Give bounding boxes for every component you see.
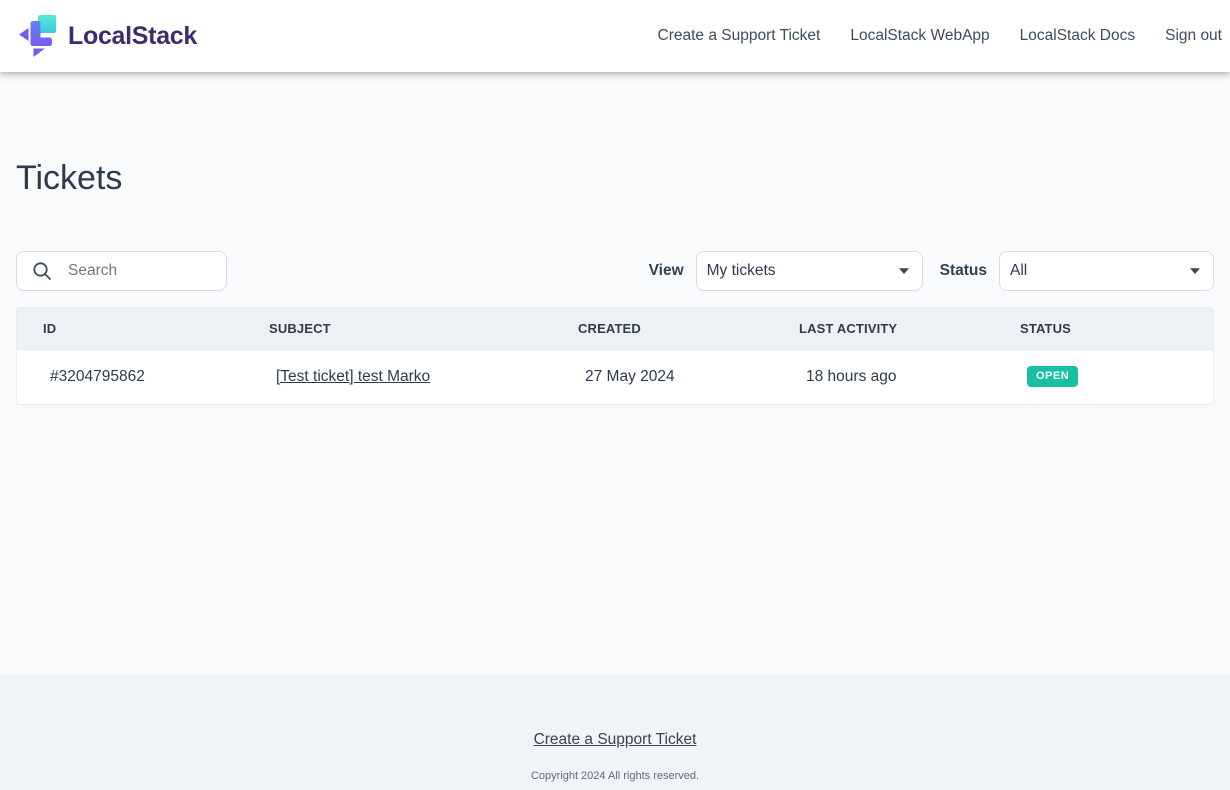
- nav-create-support-ticket[interactable]: Create a Support Ticket: [658, 27, 821, 45]
- status-badge: OPEN: [1027, 366, 1078, 387]
- dropdown-arrow-icon: [1189, 267, 1201, 275]
- tickets-table: ID SUBJECT CREATED LAST ACTIVITY STATUS …: [16, 307, 1214, 405]
- footer-create-ticket-link[interactable]: Create a Support Ticket: [534, 731, 697, 748]
- column-header-last-activity: LAST ACTIVITY: [773, 308, 994, 349]
- footer-copyright: Copyright 2024 All rights reserved.: [0, 770, 1230, 782]
- ticket-subject-link[interactable]: [Test ticket] test Marko: [276, 368, 430, 385]
- ticket-last-activity-cell: 18 hours ago: [773, 349, 994, 404]
- ticket-created-cell: 27 May 2024: [552, 349, 773, 404]
- column-header-created: CREATED: [552, 308, 773, 349]
- page-footer: Create a Support Ticket Copyright 2024 A…: [0, 675, 1230, 790]
- nav-sign-out[interactable]: Sign out: [1165, 27, 1222, 45]
- view-select[interactable]: My tickets: [696, 251, 923, 291]
- main-content: Tickets View My tickets Status All: [0, 72, 1230, 675]
- nav-localstack-docs[interactable]: LocalStack Docs: [1020, 27, 1135, 45]
- column-header-status: STATUS: [994, 308, 1213, 349]
- table-row: #3204795862 [Test ticket] test Marko 27 …: [17, 349, 1213, 404]
- brand-name: LocalStack: [68, 22, 197, 51]
- column-header-id: ID: [17, 308, 243, 349]
- top-nav: Create a Support Ticket LocalStack WebAp…: [658, 27, 1222, 45]
- search-input[interactable]: [68, 262, 218, 280]
- app-header: LocalStack Create a Support Ticket Local…: [0, 0, 1230, 72]
- nav-localstack-webapp[interactable]: LocalStack WebApp: [850, 27, 989, 45]
- table-header-row: ID SUBJECT CREATED LAST ACTIVITY STATUS: [17, 308, 1213, 349]
- ticket-id-cell: #3204795862: [17, 349, 243, 404]
- view-filter-label: View: [649, 262, 684, 280]
- search-icon: [31, 260, 68, 282]
- column-header-subject: SUBJECT: [243, 308, 552, 349]
- page-title: Tickets: [16, 158, 1214, 199]
- dropdown-arrow-icon: [898, 267, 910, 275]
- localstack-logo-icon: [16, 14, 58, 58]
- brand-logo[interactable]: LocalStack: [16, 14, 197, 58]
- search-box[interactable]: [16, 251, 227, 291]
- status-filter-label: Status: [940, 262, 987, 280]
- status-select-value: All: [1010, 262, 1027, 280]
- view-select-value: My tickets: [707, 262, 776, 280]
- toolbar: View My tickets Status All: [16, 251, 1214, 291]
- status-select[interactable]: All: [999, 251, 1214, 291]
